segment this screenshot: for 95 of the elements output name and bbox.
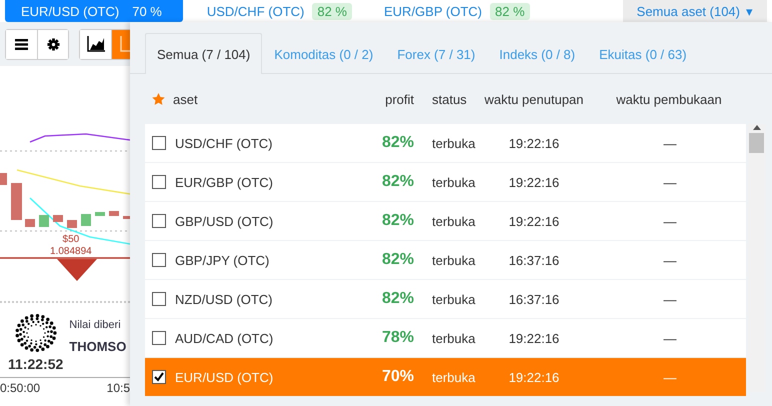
asset-row[interactable]: AUD/CAD (OTC) 78% terbuka 19:22:16 — — [145, 319, 746, 357]
candle — [95, 212, 105, 216]
profit-value: 82% — [380, 173, 414, 191]
candle — [53, 215, 63, 222]
candle — [0, 173, 7, 185]
candle — [25, 219, 35, 227]
status-text: terbuka — [431, 252, 474, 268]
status-text: terbuka — [431, 214, 474, 228]
provider-name: THOMSO — [69, 339, 126, 354]
status-text: terbuka — [431, 292, 474, 306]
settings-button[interactable] — [37, 30, 68, 58]
checkbox[interactable] — [152, 292, 166, 306]
clock-text: 11:22:52 — [8, 356, 64, 372]
time-axis-label: 0:50:00 — [0, 381, 40, 397]
closing-time: 19:22:16 — [508, 136, 560, 150]
profit-value: 82% — [380, 290, 414, 308]
area-chart-icon — [86, 36, 104, 52]
column-header: waktu pembukaan — [615, 92, 723, 106]
candle — [123, 216, 130, 219]
category-tab[interactable]: Komoditas (0 / 2) — [262, 33, 386, 74]
category-tab[interactable]: Forex (7 / 31) — [385, 33, 488, 74]
profit-percentage: 70 % — [131, 2, 163, 20]
sell-arrow-icon — [57, 259, 97, 281]
asset-tab[interactable]: USD/CHF (OTC) 82 % — [190, 0, 368, 22]
candle — [81, 214, 91, 226]
checkbox[interactable] — [152, 253, 166, 267]
scrollbar[interactable] — [748, 124, 765, 392]
opening-time: — — [662, 174, 678, 190]
checkbox[interactable] — [152, 175, 166, 189]
asset-name: GBP/JPY (OTC) — [175, 252, 270, 268]
category-tab[interactable]: Semua (7 / 104) — [145, 33, 262, 74]
asset-row[interactable]: EUR/USD (OTC) 70% terbuka 19:22:16 — — [145, 358, 746, 396]
candle — [11, 183, 22, 220]
asset-name: USD/CHF (OTC) — [175, 136, 272, 150]
category-tab[interactable]: Ekuitas (0 / 63) — [587, 33, 699, 74]
profit-percentage: 82 % — [490, 2, 530, 20]
asset-name: GBP/USD (OTC) — [175, 214, 274, 228]
profit-value: 82% — [380, 251, 414, 269]
asset-dropdown[interactable]: Semua aset (104) ▾ — [622, 0, 767, 22]
checkbox[interactable] — [152, 370, 166, 384]
provider-text: Nilai diberi — [69, 319, 122, 331]
status-text: terbuka — [431, 136, 474, 150]
profit-value: 70% — [380, 368, 414, 386]
closing-time: 16:37:16 — [508, 292, 560, 306]
menu-icon — [15, 38, 28, 50]
asset-tab[interactable]: EUR/GBP (OTC) 82 % — [368, 0, 546, 22]
chart-icon — [120, 36, 130, 52]
closing-time: 19:22:16 — [508, 214, 560, 228]
opening-time: — — [662, 330, 678, 346]
checkbox[interactable] — [152, 136, 166, 150]
category-tab[interactable]: Indeks (0 / 8) — [487, 33, 588, 74]
profit-percentage: 82 % — [312, 2, 352, 20]
scrollbar-thumb[interactable] — [749, 133, 764, 153]
column-header: aset — [173, 92, 198, 106]
settings-icon — [46, 38, 60, 50]
caret-icon: ▾ — [746, 4, 753, 18]
closing-time: 19:22:16 — [508, 370, 560, 384]
price-label: $50 — [62, 234, 80, 246]
profit-value: 82% — [380, 134, 414, 152]
asset-name: EUR/GBP (OTC) — [175, 174, 273, 190]
checkbox[interactable] — [152, 331, 166, 345]
opening-time: — — [662, 292, 678, 306]
opening-time: — — [662, 136, 678, 150]
closing-time: 19:22:16 — [508, 330, 560, 346]
closing-time: 19:22:16 — [508, 174, 560, 190]
star-icon — [152, 93, 165, 105]
scroll-up-icon[interactable] — [752, 124, 760, 130]
status-text: terbuka — [431, 174, 474, 190]
profit-value: 78% — [380, 329, 414, 347]
candle — [67, 220, 77, 228]
opening-time: — — [662, 252, 678, 268]
candle — [39, 215, 49, 227]
column-header: profit — [384, 92, 414, 106]
asset-row[interactable]: NZD/USD (OTC) 82% terbuka 16:37:16 — — [145, 280, 746, 318]
status-text: terbuka — [431, 330, 474, 346]
closing-time: 16:37:16 — [508, 252, 560, 268]
checkbox[interactable] — [152, 214, 166, 228]
asset-name: EUR/USD (OTC) — [175, 370, 274, 384]
price-value: 1.084894 — [50, 246, 92, 258]
column-header: waktu penutupan — [483, 92, 585, 106]
column-header: status — [431, 92, 468, 106]
asset-name: AUD/CAD (OTC) — [175, 330, 274, 346]
asset-row[interactable]: USD/CHF (OTC) 82% terbuka 19:22:16 — — [145, 124, 746, 162]
asset-row[interactable]: GBP/USD (OTC) 82% terbuka 19:22:16 — — [145, 202, 746, 240]
asset-tab[interactable]: EUR/USD (OTC) 70 % — [5, 0, 183, 22]
status-text: terbuka — [431, 370, 474, 384]
profit-value: 82% — [380, 212, 414, 230]
time-axis-label: 10:5 — [106, 381, 130, 397]
opening-time: — — [662, 370, 678, 384]
provider-logo-icon — [14, 313, 58, 353]
candle — [109, 211, 119, 216]
asset-row[interactable]: GBP/JPY (OTC) 82% terbuka 16:37:16 — — [145, 241, 746, 279]
opening-time: — — [662, 214, 678, 228]
asset-name: NZD/USD (OTC) — [175, 292, 272, 306]
asset-row[interactable]: EUR/GBP (OTC) 82% terbuka 19:22:16 — — [145, 163, 746, 201]
